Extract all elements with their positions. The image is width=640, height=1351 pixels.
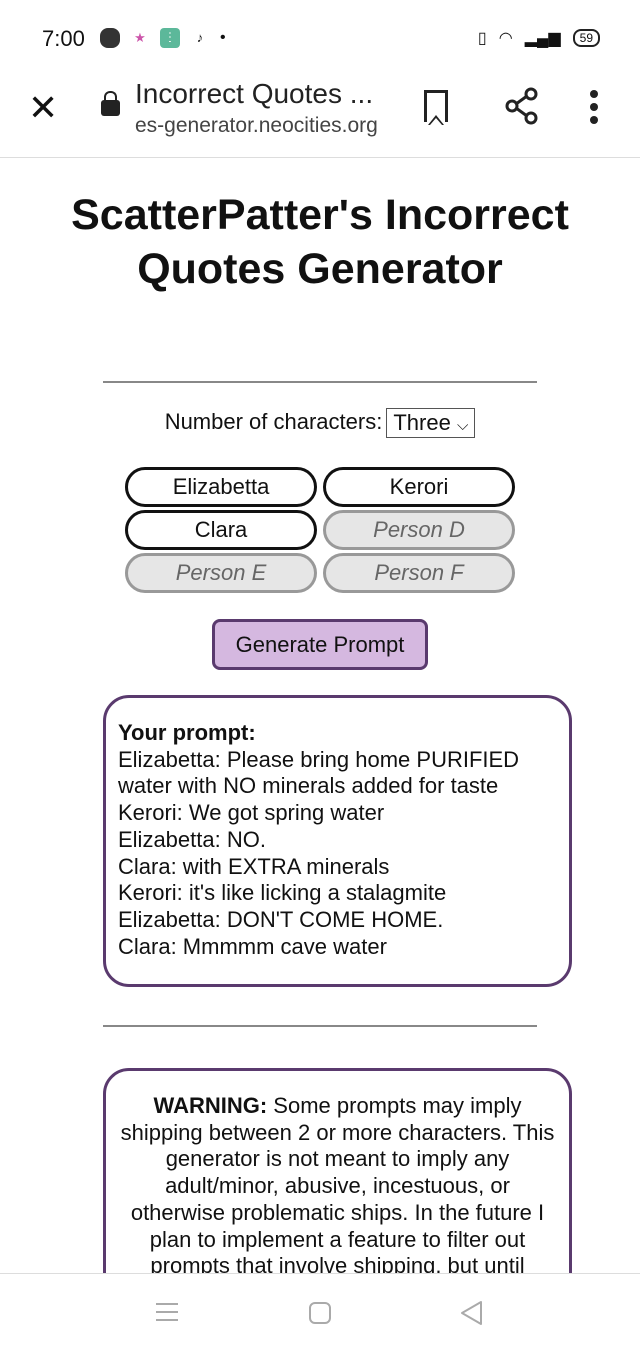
lock-icon[interactable] [101, 91, 120, 116]
system-nav-bar [0, 1273, 640, 1351]
prompt-line: Clara: Mmmmm cave water [118, 933, 387, 959]
star-app-icon: ★ [134, 30, 146, 45]
prompt-line: Elizabetta: DON'T COME HOME. [118, 906, 444, 932]
character-inputs: Elizabetta Kerori Clara Person D Person … [125, 467, 515, 593]
discord-icon [100, 28, 120, 48]
warning-label: WARNING: [153, 1093, 268, 1118]
status-bar: 7:00 ★ ⵗ ♪ • ▯ ◠ ▂▄▆ 59 [0, 0, 640, 72]
signal-icon: ▂▄▆ [524, 30, 561, 47]
generate-prompt-button[interactable]: Generate Prompt [212, 619, 428, 670]
prompt-heading: Your prompt: [118, 720, 256, 745]
more-options-icon[interactable] [590, 90, 600, 129]
divider [103, 1025, 537, 1027]
character-count-label: Number of characters: [164, 408, 383, 434]
browser-toolbar: ✕ Incorrect Quotes ... es-generator.neoc… [0, 72, 640, 158]
chevron-down-icon: ⌵ [456, 417, 469, 434]
character-input-3[interactable]: Clara [125, 510, 317, 550]
url-text[interactable]: es-generator.neocities.org [135, 114, 378, 138]
prompt-line: Kerori: We got spring water [118, 800, 385, 826]
warning-text: Some prompts may imply shipping between … [120, 1093, 555, 1279]
tiktok-icon: ♪ [196, 30, 204, 45]
battery-icon: 59 [572, 29, 600, 47]
character-count-row: Number of characters: Three ⌵ [0, 408, 640, 438]
page-tab-title: Incorrect Quotes ... [135, 78, 374, 109]
home-icon[interactable] [308, 1301, 332, 1325]
character-input-6: Person F [323, 553, 515, 593]
character-count-select[interactable]: Three ⌵ [386, 408, 476, 438]
recent-apps-icon[interactable] [155, 1301, 179, 1323]
close-icon[interactable]: ✕ [28, 88, 58, 128]
prompt-box: Your prompt: Elizabetta: Please bring ho… [103, 695, 572, 987]
character-input-4: Person D [323, 510, 515, 550]
prompt-line: Kerori: it's like licking a stalagmite [118, 880, 447, 906]
page-title: ScatterPatter's Incorrect Quotes Generat… [71, 191, 569, 293]
app-icon: ⵗ [160, 28, 180, 48]
clock: 7:00 [42, 26, 85, 51]
back-icon[interactable] [460, 1300, 484, 1326]
share-icon[interactable] [504, 86, 540, 126]
divider [103, 381, 537, 383]
prompt-line: Elizabetta: NO. [118, 826, 266, 852]
character-input-1[interactable]: Elizabetta [125, 467, 317, 507]
wifi-icon: ◠ [498, 30, 513, 47]
prompt-line: Clara: with EXTRA minerals [118, 853, 390, 879]
bookmark-icon[interactable] [424, 90, 448, 125]
dot-icon: • [220, 29, 226, 46]
vibrate-icon: ▯ [477, 30, 487, 47]
prompt-line: Elizabetta: Please bring home PURIFIED w… [118, 746, 520, 799]
character-input-2[interactable]: Kerori [323, 467, 515, 507]
character-input-5: Person E [125, 553, 317, 593]
